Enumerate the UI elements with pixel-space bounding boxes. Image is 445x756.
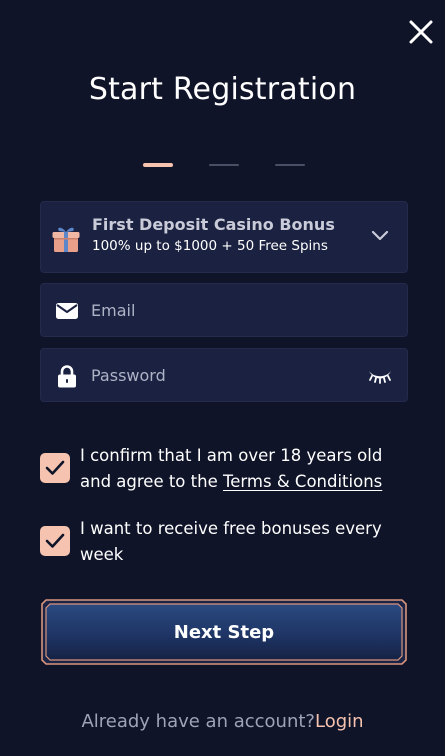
envelope-icon bbox=[56, 303, 78, 319]
login-prompt: Already have an account?Login bbox=[0, 711, 445, 732]
password-field-container bbox=[40, 348, 408, 402]
login-link[interactable]: Login bbox=[315, 711, 364, 732]
age-consent-text: I confirm that I am over 18 years old an… bbox=[80, 443, 410, 495]
bonus-subtitle: 100% up to $1000 + 50 Free Spins bbox=[92, 238, 328, 254]
checkmark-icon bbox=[45, 533, 65, 548]
gift-icon bbox=[52, 227, 80, 252]
close-button[interactable] bbox=[407, 18, 435, 46]
close-icon bbox=[409, 20, 433, 44]
next-step-label: Next Step bbox=[173, 621, 275, 643]
bonus-selector[interactable]: First Deposit Casino Bonus 100% up to $1… bbox=[40, 201, 408, 273]
age-consent-checkbox[interactable] bbox=[40, 453, 70, 483]
password-input[interactable] bbox=[91, 349, 361, 401]
step-2-indicator bbox=[209, 164, 239, 166]
login-prompt-text: Already have an account? bbox=[81, 711, 315, 732]
eye-closed-icon[interactable] bbox=[367, 368, 393, 384]
step-3-indicator bbox=[275, 164, 305, 166]
bonus-title: First Deposit Casino Bonus bbox=[92, 215, 335, 234]
next-step-button[interactable]: Next Step bbox=[40, 598, 408, 666]
chevron-down-icon bbox=[371, 230, 389, 241]
bonus-consent-label: I want to receive free bonuses every wee… bbox=[80, 519, 382, 564]
email-field-container bbox=[40, 283, 408, 337]
email-input[interactable] bbox=[91, 284, 361, 336]
page-title: Start Registration bbox=[88, 72, 357, 107]
step-1-indicator bbox=[143, 163, 173, 167]
terms-link[interactable]: Terms & Conditions bbox=[223, 472, 382, 491]
step-indicator bbox=[0, 163, 445, 169]
checkmark-icon bbox=[45, 460, 65, 475]
bonus-consent-checkbox[interactable] bbox=[40, 526, 70, 556]
lock-icon bbox=[58, 365, 76, 388]
